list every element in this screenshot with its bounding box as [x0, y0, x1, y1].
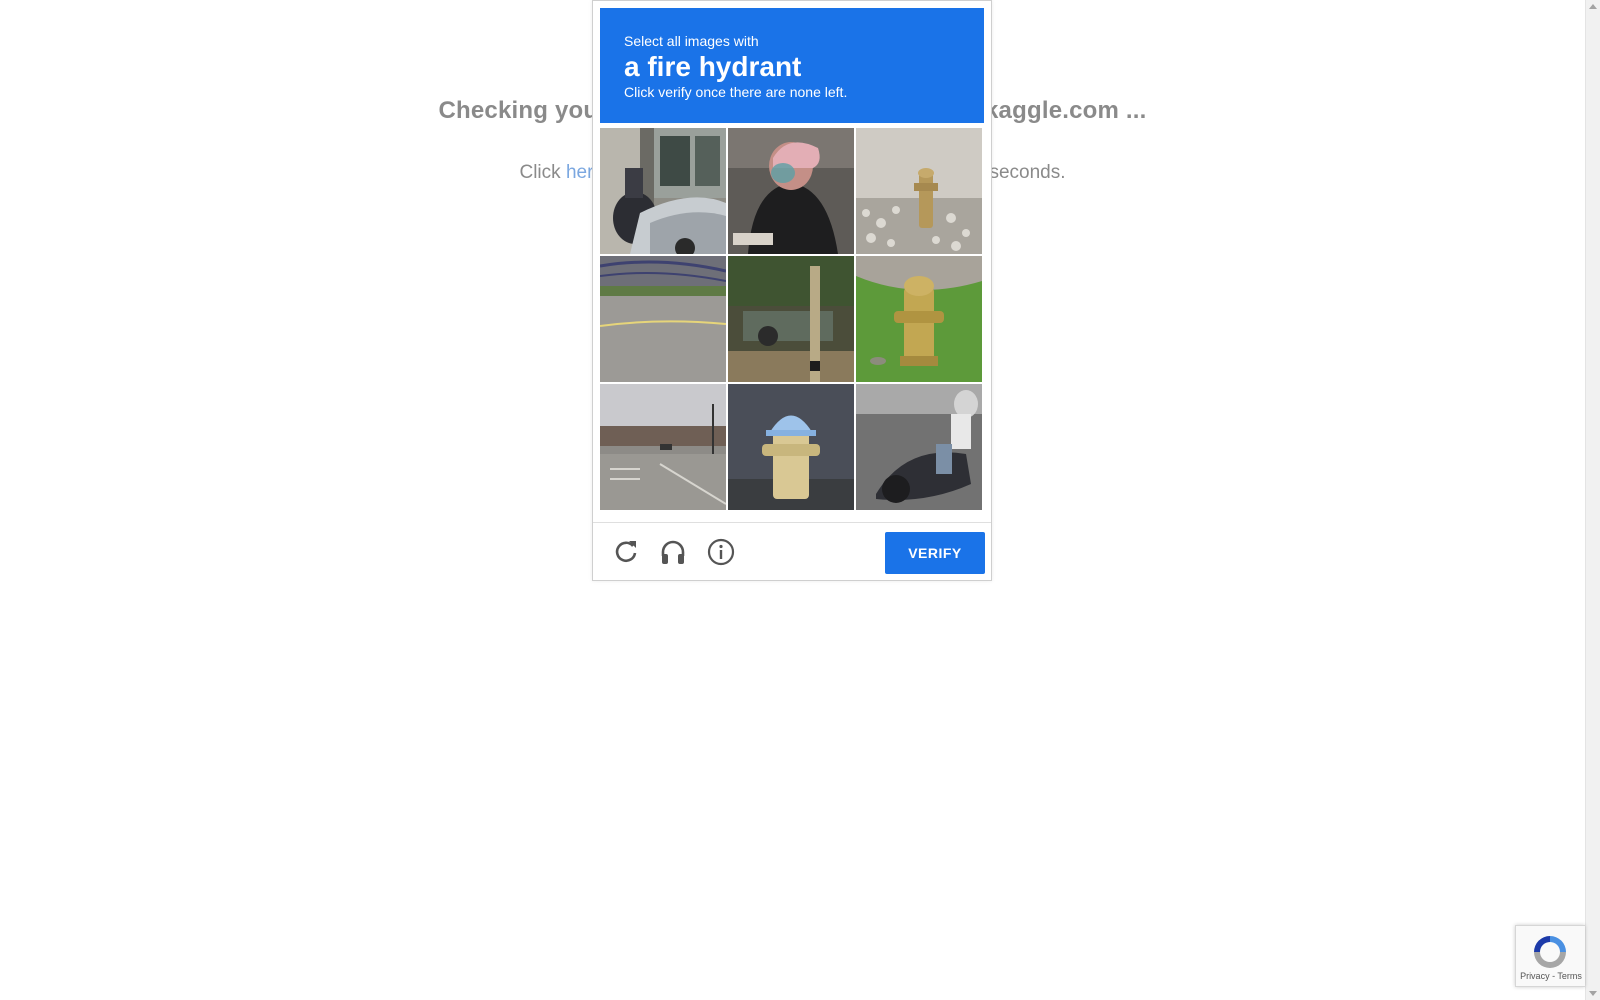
road-railing-image [600, 256, 726, 382]
scooter-street-image [600, 128, 726, 254]
truck-tree-image [728, 256, 854, 382]
captcha-challenge: Select all images with a fire hydrant Cl… [592, 0, 992, 581]
intersection-image [600, 384, 726, 510]
captcha-image-grid [600, 128, 986, 514]
captcha-tile-2[interactable] [728, 128, 854, 254]
fire-hydrant-blue-cap-image [728, 384, 854, 510]
captcha-tile-6[interactable] [856, 256, 982, 382]
captcha-tile-4[interactable] [600, 256, 726, 382]
fire-hydrant-gravel-image [856, 128, 982, 254]
helmet-rider-image [728, 128, 854, 254]
captcha-tile-1[interactable] [600, 128, 726, 254]
captcha-target-object: a fire hydrant [624, 51, 802, 82]
captcha-tile-5[interactable] [728, 256, 854, 382]
scroll-up-arrow-icon[interactable] [1589, 4, 1597, 9]
recaptcha-logo-icon [1531, 933, 1569, 971]
info-icon[interactable] [706, 537, 736, 567]
privacy-link[interactable]: Privacy [1520, 971, 1550, 981]
captcha-tile-9[interactable] [856, 384, 982, 510]
badge-links: Privacy - Terms [1516, 971, 1586, 981]
scroll-down-arrow-icon[interactable] [1589, 991, 1597, 996]
verify-button[interactable]: VERIFY [885, 532, 985, 574]
captcha-header: Select all images with a fire hydrant Cl… [600, 8, 984, 123]
headphones-icon[interactable] [658, 537, 688, 567]
captcha-verify-hint: Click verify once there are none left. [624, 84, 848, 100]
captcha-tile-3[interactable] [856, 128, 982, 254]
fire-hydrant-grass-image [856, 256, 982, 382]
captcha-tile-7[interactable] [600, 384, 726, 510]
captcha-instruction: Select all images with [624, 33, 759, 49]
scrollbar[interactable] [1585, 0, 1600, 1000]
captcha-tile-8[interactable] [728, 384, 854, 510]
motorcycle-rider-image [856, 384, 982, 510]
redirect-text-before: Click [519, 162, 566, 183]
recaptcha-badge[interactable]: Privacy - Terms [1515, 925, 1585, 987]
captcha-footer: VERIFY [593, 522, 991, 581]
terms-link[interactable]: Terms [1557, 971, 1582, 981]
reload-icon[interactable] [611, 537, 641, 567]
